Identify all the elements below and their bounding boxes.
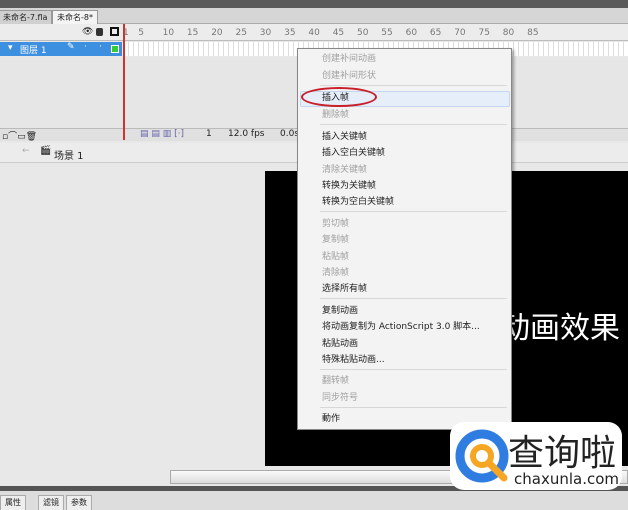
menu-item[interactable]: 将动画复制为 ActionScript 3.0 脚本... [322, 321, 480, 333]
clapper-icon: 🎬 [40, 146, 52, 156]
stage-text: 动画效果 [500, 311, 620, 346]
layer-color-icon[interactable] [111, 45, 119, 53]
pencil-icon: ✎ [67, 42, 75, 52]
menu-item[interactable]: 转换为空白关键帧 [322, 196, 394, 208]
new-layer-icon[interactable]: ▫⌒▭🗑 [2, 129, 37, 142]
menu-item[interactable]: 動作 [322, 413, 340, 425]
menu-item[interactable]: 创建补间形状 [322, 70, 376, 82]
frame-rate: 12.0 fps [228, 129, 265, 139]
menu-item[interactable]: 插入关键帧 [322, 131, 367, 143]
context-menu: 创建补间动画 创建补间形状 插入帧 删除帧 插入关键帧 插入空白关键帧 清除关键帧 转换为关键… [297, 48, 512, 430]
logo-url: chaxunla.com [514, 470, 619, 488]
menu-item[interactable]: 复制帧 [322, 234, 349, 246]
timeline-header: 👁 1 5 10 15 20 25 30 35 40 45 50 55 60 65 70 75 80 85 [0, 24, 628, 41]
menu-item[interactable]: 剪切帧 [322, 218, 349, 230]
menu-item[interactable]: 选择所有帧 [322, 283, 367, 295]
menu-item[interactable]: 插入空白关键帧 [322, 147, 385, 159]
layer-name[interactable]: 图层 1 [20, 43, 47, 56]
layer-row[interactable]: ▾ 图层 1 ✎ · · [0, 42, 122, 56]
menu-item[interactable]: 特殊粘贴动画... [322, 354, 385, 366]
menu-separator [320, 369, 507, 370]
menu-item[interactable]: 清除帧 [322, 267, 349, 279]
menu-separator [320, 211, 507, 212]
menu-item[interactable]: 粘贴动画 [322, 338, 358, 350]
panel-tabs: 属性 滤镜 参数 [0, 491, 628, 510]
frame-tick: 55 [381, 28, 393, 38]
frame-tick: 75 [478, 28, 490, 38]
frame-tick: 35 [284, 28, 296, 38]
eye-icon[interactable]: 👁 [82, 27, 93, 37]
frame-tick: 15 [186, 28, 199, 38]
menu-item[interactable]: 清除关键帧 [322, 164, 367, 176]
frame-tick: 10 [162, 28, 175, 38]
frame-tick: 70 [454, 28, 466, 38]
layer-icon: ▾ [8, 43, 13, 53]
frame-tick: 65 [429, 28, 442, 38]
lock-icon[interactable] [96, 28, 103, 36]
lock-dot[interactable]: · [99, 42, 102, 52]
annotation-circle [301, 87, 377, 107]
frame-tick: 40 [308, 28, 320, 38]
watermark-logo: 查询啦 chaxunla.com [450, 422, 622, 490]
menu-item[interactable]: 删除帧 [322, 109, 349, 121]
scene-label[interactable]: 场景 1 [54, 147, 84, 162]
logo-cn: 查询啦 [508, 433, 617, 474]
tab-properties[interactable]: 属性 [0, 495, 26, 510]
menu-separator [320, 298, 507, 299]
menu-separator [320, 407, 507, 408]
title-bar [0, 0, 628, 8]
current-frame: 1 [206, 129, 212, 139]
tab-doc-8[interactable]: 未命名-8* [52, 10, 98, 24]
frame-tick: 50 [357, 28, 369, 38]
frame-tick: 80 [502, 28, 515, 38]
menu-item[interactable]: 翻转帧 [322, 375, 349, 387]
frame-tick: 45 [332, 28, 345, 38]
menu-separator [320, 124, 507, 125]
menu-item[interactable]: 粘贴帧 [322, 251, 349, 263]
logo-q-icon [455, 429, 509, 483]
tab-doc-7[interactable]: 未命名-7.fla [0, 10, 53, 24]
menu-item[interactable]: 同步符号 [322, 392, 358, 404]
visible-dot[interactable]: · [84, 42, 87, 52]
menu-separator [320, 85, 507, 86]
menu-item[interactable]: 创建补间动画 [322, 53, 376, 65]
frame-tick: 85 [527, 28, 539, 38]
frame-tick: 60 [405, 28, 418, 38]
frame-tick: 20 [211, 28, 223, 38]
frame-tick: 5 [138, 28, 145, 38]
outline-icon[interactable] [110, 27, 119, 36]
onion-skin-icons[interactable]: ▤ ▤ ▥ [·] [140, 129, 184, 139]
back-arrow-icon[interactable]: ← [22, 146, 30, 156]
menu-item[interactable]: 转换为关键帧 [322, 180, 376, 192]
tab-filters[interactable]: 滤镜 [38, 495, 64, 510]
document-tabs: 未命名-7.fla 未命名-8* [0, 8, 628, 24]
menu-item[interactable]: 复制动画 [322, 305, 358, 317]
frame-tick: 25 [235, 28, 247, 38]
playhead[interactable] [123, 24, 125, 140]
tab-parameters[interactable]: 参数 [66, 495, 92, 510]
frame-tick: 30 [259, 28, 272, 38]
